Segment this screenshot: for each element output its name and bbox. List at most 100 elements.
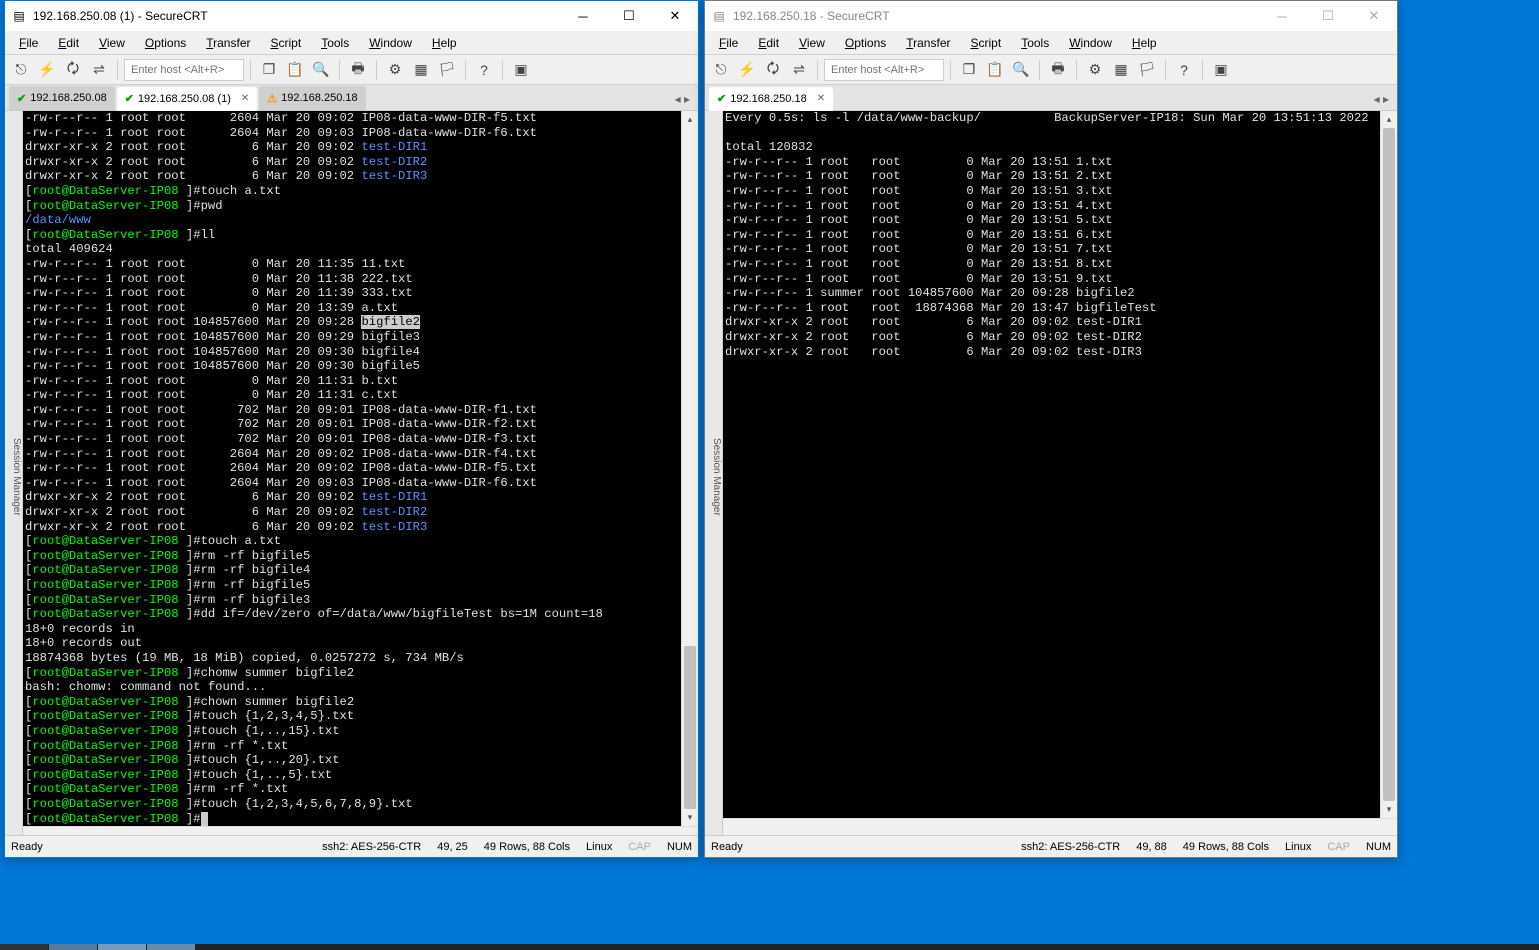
taskbar[interactable] [0, 944, 1539, 950]
options-icon[interactable]: ⚙ [1083, 58, 1107, 82]
session-options-icon[interactable]: ▦ [409, 58, 433, 82]
menu-options[interactable]: Options [835, 34, 896, 52]
maximize-button[interactable]: ☐ [606, 1, 652, 31]
menu-transfer[interactable]: Transfer [196, 34, 260, 52]
copy-icon[interactable]: ❐ [957, 58, 981, 82]
scrollbar-vertical[interactable]: ▴ ▾ [681, 111, 698, 826]
tab-label: 192.168.250.18 [730, 93, 806, 105]
status-num: NUM [1366, 841, 1391, 853]
check-icon: ✔ [17, 92, 26, 105]
terminal-output[interactable]: Every 0.5s: ls -l /data/www-backup/ Back… [723, 111, 1380, 818]
menu-file[interactable]: File [9, 34, 48, 52]
menu-window[interactable]: Window [359, 34, 422, 52]
reconnect-icon[interactable]: 🗘 [761, 58, 785, 82]
window-2: ▤ 192.168.250.18 - SecureCRT ─ ☐ ✕ FileE… [704, 0, 1398, 858]
paste-icon[interactable]: 📋 [283, 58, 307, 82]
scroll-thumb[interactable] [1383, 128, 1395, 801]
disconnect-icon[interactable]: ⇌ [787, 58, 811, 82]
scrollbar-horizontal[interactable] [23, 826, 698, 835]
tab-scroll[interactable]: ◂ ▸ [1370, 88, 1393, 110]
terminal-output[interactable]: -rw-r--r-- 1 root root 2604 Mar 20 09:02… [23, 111, 681, 826]
close-button[interactable]: ✕ [652, 1, 698, 31]
status-ready: Ready [11, 841, 43, 853]
menu-script[interactable]: Script [261, 34, 312, 52]
toggle-icon[interactable]: ▣ [1209, 58, 1233, 82]
titlebar[interactable]: ▤ 192.168.250.18 - SecureCRT ─ ☐ ✕ [705, 1, 1397, 31]
tab-scroll[interactable]: ◂ ▸ [671, 88, 694, 110]
menu-options[interactable]: Options [135, 34, 196, 52]
check-icon: ✔ [125, 92, 134, 105]
tab-close-icon[interactable]: ✕ [241, 93, 249, 104]
quick-connect-icon[interactable]: ⚡ [735, 58, 759, 82]
menu-edit[interactable]: Edit [48, 34, 89, 52]
status-conn: ssh2: AES-256-CTR [1021, 841, 1120, 853]
minimize-button[interactable]: ─ [560, 1, 606, 31]
menu-script[interactable]: Script [961, 34, 1012, 52]
menu-view[interactable]: View [89, 34, 135, 52]
close-button[interactable]: ✕ [1351, 1, 1397, 31]
status-size: 49 Rows, 88 Cols [484, 841, 570, 853]
connect-icon[interactable]: ⎋ [709, 58, 733, 82]
scrollbar-horizontal[interactable] [723, 818, 1397, 835]
status-num: NUM [667, 841, 692, 853]
session-tab[interactable]: ✔ 192.168.250.08 (1) ✕ [117, 87, 258, 111]
session-options-icon[interactable]: ▦ [1109, 58, 1133, 82]
paste-icon[interactable]: 📋 [983, 58, 1007, 82]
scrollbar-vertical[interactable]: ▴ ▾ [1380, 111, 1397, 818]
tab-close-icon[interactable]: ✕ [817, 93, 825, 104]
quick-connect-icon[interactable]: ⚡ [35, 58, 59, 82]
tab-label: 192.168.250.18 [281, 92, 357, 104]
menu-file[interactable]: File [709, 34, 748, 52]
scroll-down-icon[interactable]: ▾ [1381, 801, 1397, 818]
menu-tools[interactable]: Tools [1011, 34, 1059, 52]
session-tab[interactable]: ✔ 192.168.250.08 [9, 86, 115, 110]
print-icon[interactable]: 🖶 [1046, 58, 1070, 82]
session-tab[interactable]: ⚠192.168.250.18 [259, 86, 365, 110]
find-icon[interactable]: 🔍 [1009, 58, 1033, 82]
copy-icon[interactable]: ❐ [257, 58, 281, 82]
host-input[interactable] [124, 59, 244, 81]
new-tab-icon[interactable]: 🏳 [1135, 58, 1159, 82]
disconnect-icon[interactable]: ⇌ [87, 58, 111, 82]
window-1: ▤ 192.168.250.08 (1) - SecureCRT ─ ☐ ✕ F… [4, 0, 699, 858]
toolbar: ⎋ ⚡ 🗘 ⇌ ❐ 📋 🔍 🖶 ⚙ ▦ 🏳 ? ▣ [705, 55, 1397, 85]
tabbar: ✔ 192.168.250.08 ✔ 192.168.250.08 (1) ✕ ⚠192.… [5, 85, 698, 111]
scroll-thumb[interactable] [684, 646, 696, 809]
scroll-up-icon[interactable]: ▴ [682, 111, 698, 128]
status-os: Linux [586, 841, 612, 853]
tab-label: 192.168.250.08 (1) [138, 93, 231, 105]
status-conn: ssh2: AES-256-CTR [322, 841, 421, 853]
tabbar: ✔192.168.250.18✕◂ ▸ [705, 85, 1397, 111]
menu-view[interactable]: View [789, 34, 835, 52]
help-icon[interactable]: ? [472, 58, 496, 82]
session-manager-handle[interactable]: Session Manager [705, 111, 723, 835]
titlebar[interactable]: ▤ 192.168.250.08 (1) - SecureCRT ─ ☐ ✕ [5, 1, 698, 31]
window-title: 192.168.250.08 (1) - SecureCRT [33, 9, 560, 23]
tab-label: 192.168.250.08 [30, 92, 106, 104]
menubar: FileEditViewOptionsTransferScriptToolsWi… [705, 31, 1397, 55]
menu-window[interactable]: Window [1059, 34, 1122, 52]
scroll-down-icon[interactable]: ▾ [682, 809, 698, 826]
scroll-up-icon[interactable]: ▴ [1381, 111, 1397, 128]
help-icon[interactable]: ? [1172, 58, 1196, 82]
host-input[interactable] [824, 59, 944, 81]
connect-icon[interactable]: ⎋ [9, 58, 33, 82]
minimize-button[interactable]: ─ [1259, 1, 1305, 31]
reconnect-icon[interactable]: 🗘 [61, 58, 85, 82]
find-icon[interactable]: 🔍 [309, 58, 333, 82]
options-icon[interactable]: ⚙ [383, 58, 407, 82]
menu-help[interactable]: Help [422, 34, 467, 52]
window-title: 192.168.250.18 - SecureCRT [733, 9, 1259, 23]
print-icon[interactable]: 🖶 [346, 58, 370, 82]
status-pos: 49, 25 [437, 841, 468, 853]
session-manager-handle[interactable]: Session Manager [5, 111, 23, 835]
menu-transfer[interactable]: Transfer [896, 34, 960, 52]
maximize-button[interactable]: ☐ [1305, 1, 1351, 31]
toggle-icon[interactable]: ▣ [509, 58, 533, 82]
menu-tools[interactable]: Tools [311, 34, 359, 52]
session-tab[interactable]: ✔192.168.250.18✕ [709, 87, 833, 111]
new-tab-icon[interactable]: 🏳 [435, 58, 459, 82]
menu-edit[interactable]: Edit [748, 34, 789, 52]
statusbar: Ready ssh2: AES-256-CTR 49, 88 49 Rows, … [705, 835, 1397, 857]
menu-help[interactable]: Help [1122, 34, 1167, 52]
